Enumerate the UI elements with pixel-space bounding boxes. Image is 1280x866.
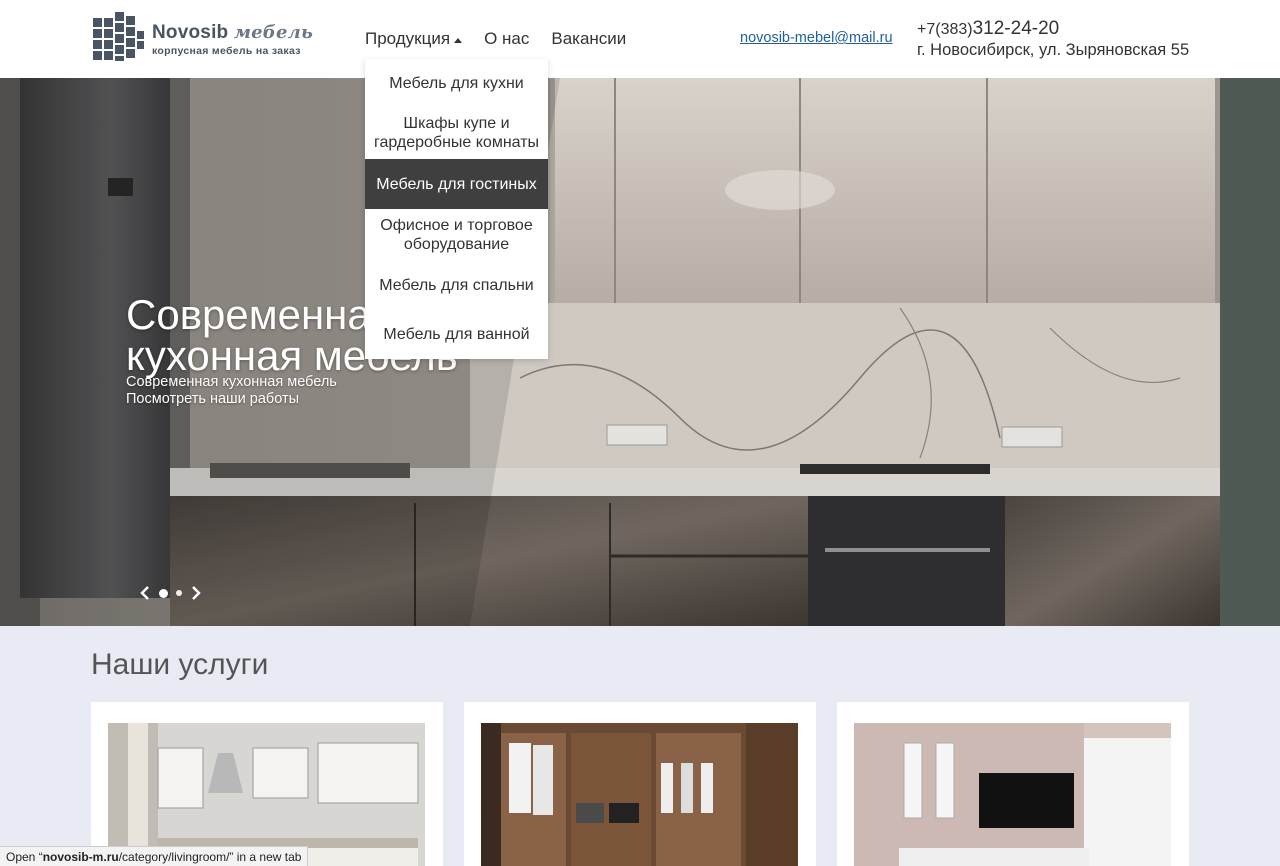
caret-up-icon (454, 37, 463, 43)
site-logo[interactable]: Novosib мебель корпусная мебель на заказ (91, 10, 313, 64)
hero-subtitle-block: Современная кухонная мебель Посмотреть н… (126, 374, 337, 408)
site-header: Novosib мебель корпусная мебель на заказ… (0, 0, 1280, 78)
slider-controls (139, 585, 202, 601)
hero-works-link[interactable]: Посмотреть наши работы (126, 391, 337, 408)
nav-item-label: Продукция (365, 29, 451, 48)
address: г. Новосибирск, ул. Зыряновская 55 (917, 41, 1190, 59)
dropdown-item-livingroom[interactable]: Мебель для гостиных (365, 159, 548, 209)
email-link[interactable]: novosib-mebel@mail.ru (740, 30, 893, 46)
status-url-path: /category/livingroom/ (118, 850, 230, 864)
phone-digits: 312-24-20 (972, 18, 1060, 39)
products-dropdown: Мебель для кухни Шкафы купе и гардеробны… (365, 59, 548, 359)
hero-subtitle: Современная кухонная мебель (126, 374, 337, 390)
dropdown-item-kitchen[interactable]: Мебель для кухни (365, 59, 548, 107)
service-image-kitchen (108, 723, 425, 866)
slider-dot-active[interactable] (159, 588, 168, 598)
phone-prefix: +7(383) (917, 21, 973, 38)
logo-title-main: Novosib (152, 22, 229, 43)
main-nav: Продукция О нас Вакансии (365, 29, 648, 49)
hero-slider: Современная кухонная мебель Современная … (0, 78, 1280, 626)
services-title: Наши услуги (91, 648, 269, 681)
chevron-left-icon[interactable] (139, 585, 151, 601)
service-card-livingroom[interactable] (837, 702, 1189, 866)
service-image-wardrobe (481, 723, 798, 866)
service-card-kitchen[interactable] (91, 702, 443, 866)
phone-number[interactable]: +7(383)312-24-20 (917, 18, 1059, 40)
dropdown-item-office[interactable]: Офисное и торговое оборудование (365, 209, 548, 261)
logo-subtitle: корпусная мебель на заказ (152, 45, 301, 57)
logo-building-icon (93, 12, 144, 61)
browser-status-bar: Open “novosib-m.ru/category/livingroom/”… (0, 846, 309, 866)
nav-item-about[interactable]: О нас (484, 29, 529, 49)
status-suffix: ” in a new tab (229, 850, 302, 864)
dropdown-item-bedroom[interactable]: Мебель для спальни (365, 261, 548, 309)
logo-title-suffix: мебель (233, 22, 314, 43)
status-url-host: novosib-m.ru (42, 850, 119, 864)
slider-dot[interactable] (176, 590, 182, 596)
nav-item-vacancies[interactable]: Вакансии (551, 29, 626, 49)
status-prefix: Open “ (6, 850, 43, 864)
dropdown-item-wardrobes[interactable]: Шкафы купе и гардеробные комнаты (365, 107, 548, 159)
service-image-livingroom (854, 723, 1171, 866)
chevron-right-icon[interactable] (190, 585, 202, 601)
logo-title: Novosib мебель (152, 22, 313, 44)
dropdown-item-bathroom[interactable]: Мебель для ванной (365, 309, 548, 359)
service-card-wardrobes[interactable] (464, 702, 816, 866)
nav-item-products[interactable]: Продукция (365, 29, 463, 49)
